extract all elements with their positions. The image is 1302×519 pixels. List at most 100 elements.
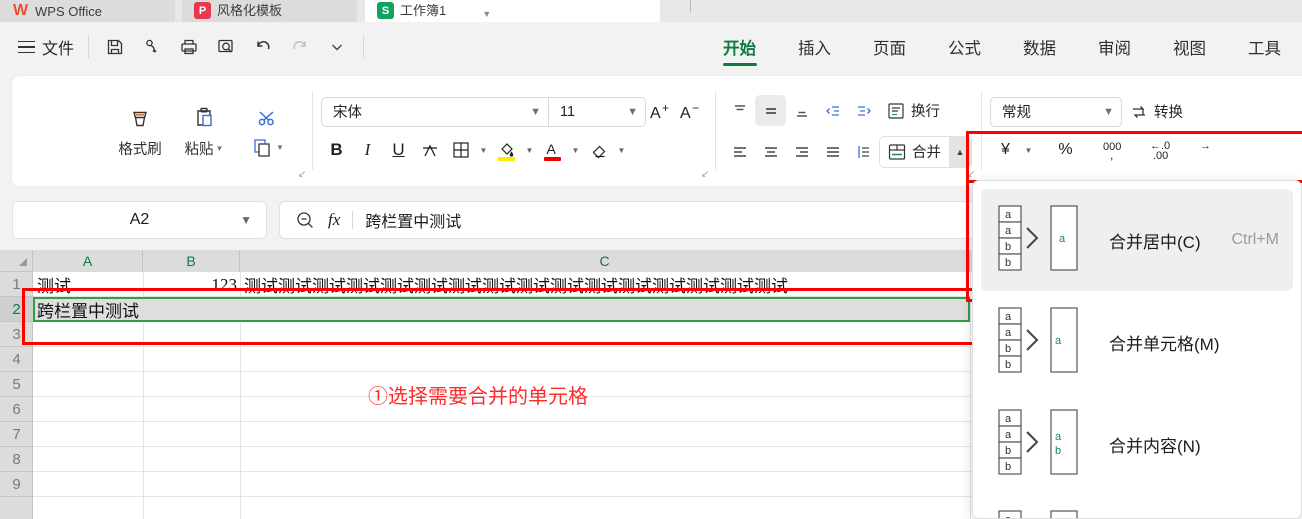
- fill-color-icon[interactable]: [491, 135, 522, 166]
- font-color-button[interactable]: A ▼: [537, 135, 583, 166]
- window-tab-pdf[interactable]: P 风格化模板: [182, 0, 357, 22]
- underline-button[interactable]: U: [383, 135, 414, 166]
- cell-b1[interactable]: 123: [143, 272, 240, 297]
- thousands-separator-button[interactable]: 000,: [1097, 135, 1131, 166]
- decrease-decimal-button[interactable]: ←.0.00: [1145, 135, 1181, 166]
- paste-button[interactable]: 粘贴 ▼: [172, 89, 236, 173]
- merge-button[interactable]: 合并 ▲: [879, 135, 972, 168]
- print-icon[interactable]: [173, 32, 205, 62]
- row-header-1[interactable]: 1: [0, 272, 33, 297]
- ribbon-tab-formula[interactable]: 公式: [927, 22, 1002, 72]
- merge-dropdown-chevron-up-icon[interactable]: ▲: [949, 136, 971, 167]
- row-header-7[interactable]: 7: [0, 422, 33, 447]
- redo-icon[interactable]: [284, 32, 316, 62]
- column-header-c[interactable]: C: [240, 250, 970, 272]
- window-tab-wps-office[interactable]: W WPS Office: [0, 0, 175, 22]
- row-header-5[interactable]: 5: [0, 372, 33, 397]
- align-middle-button[interactable]: [755, 95, 786, 126]
- currency-icon[interactable]: ¥: [990, 135, 1021, 166]
- align-left-button[interactable]: [724, 136, 755, 167]
- text-orientation-button[interactable]: [848, 136, 879, 167]
- clear-format-button[interactable]: ▼: [583, 135, 629, 166]
- cell-a2[interactable]: 跨栏置中测试: [33, 297, 143, 322]
- menu-item-partial[interactable]: a: [981, 495, 1293, 518]
- percent-button[interactable]: %: [1050, 135, 1081, 166]
- ribbon-tab-review[interactable]: 审阅: [1077, 22, 1152, 72]
- chevron-down-icon[interactable]: ▼: [530, 106, 541, 118]
- chevron-down-icon[interactable]: ▼: [216, 144, 224, 153]
- chevron-down-icon[interactable]: ▼: [627, 106, 638, 118]
- fx-icon[interactable]: fx: [328, 210, 340, 230]
- convert-button[interactable]: 转换: [1128, 101, 1183, 123]
- chevron-down-icon[interactable]: ▼: [522, 146, 537, 155]
- ribbon-tab-view[interactable]: 视图: [1152, 22, 1227, 72]
- ribbon-tab-tools[interactable]: 工具: [1227, 22, 1302, 72]
- cloud-sync-icon[interactable]: [136, 32, 168, 62]
- cell-a1[interactable]: 测试: [33, 272, 143, 297]
- increase-indent-button[interactable]: [848, 95, 879, 126]
- increase-decimal-button[interactable]: →: [1191, 135, 1222, 166]
- font-color-icon[interactable]: A: [537, 135, 568, 166]
- clipboard-expander-icon[interactable]: ↘: [298, 169, 306, 180]
- copy-button[interactable]: ▼: [236, 89, 300, 173]
- format-painter-button[interactable]: 格式刷: [108, 89, 172, 173]
- border-grid-icon[interactable]: [445, 135, 476, 166]
- chevron-down-icon[interactable]: ▼: [568, 146, 583, 155]
- strikethrough-button[interactable]: [414, 135, 445, 166]
- font-name-select[interactable]: 宋体 ▼: [321, 96, 549, 127]
- search-icon[interactable]: [294, 209, 316, 231]
- ribbon-tab-data[interactable]: 数据: [1002, 22, 1077, 72]
- row-header-6[interactable]: 6: [0, 397, 33, 422]
- chevron-down-icon[interactable]: ▼: [482, 9, 491, 19]
- chevron-down-icon[interactable]: ▼: [240, 213, 252, 227]
- wrap-text-button[interactable]: 换行: [879, 95, 946, 127]
- eraser-icon[interactable]: [583, 135, 614, 166]
- row-header-4[interactable]: 4: [0, 347, 33, 372]
- menu-hamburger-icon[interactable]: [18, 40, 35, 54]
- column-header-b[interactable]: B: [143, 250, 240, 272]
- name-box[interactable]: A2 ▼: [12, 201, 267, 239]
- align-center-button[interactable]: [755, 136, 786, 167]
- menu-item-merge-cells[interactable]: a a b b a 合并单元格(M): [981, 291, 1293, 393]
- align-top-button[interactable]: [724, 95, 755, 126]
- undo-icon[interactable]: [247, 32, 279, 62]
- window-tab-workbook1[interactable]: S 工作簿1 ▼: [365, 0, 660, 22]
- menu-item-merge-content[interactable]: a a b b a b 合并内容(N): [981, 393, 1293, 495]
- justify-button[interactable]: [817, 136, 848, 167]
- menu-item-merge-center[interactable]: a a b b a 合并居中(C) Ctrl+M: [981, 189, 1293, 291]
- align-bottom-button[interactable]: [786, 95, 817, 126]
- row-header-8[interactable]: 8: [0, 447, 33, 472]
- selected-range-a2-c2[interactable]: [33, 297, 970, 322]
- chevron-down-icon[interactable]: ▼: [476, 146, 491, 155]
- font-expander-icon[interactable]: ↘: [701, 169, 709, 180]
- decrease-indent-button[interactable]: [817, 95, 848, 126]
- decrease-font-size-button[interactable]: A −: [676, 97, 706, 127]
- borders-button[interactable]: ▼: [445, 135, 491, 166]
- align-right-button[interactable]: [786, 136, 817, 167]
- ribbon-tab-start[interactable]: 开始: [702, 22, 777, 72]
- file-menu-button[interactable]: 文件: [42, 35, 74, 59]
- select-all-corner[interactable]: [0, 250, 33, 272]
- row-header-3[interactable]: 3: [0, 322, 33, 347]
- number-format-select[interactable]: 常规 ▼: [990, 96, 1122, 127]
- chevron-down-icon[interactable]: ▼: [1021, 146, 1036, 155]
- increase-font-size-button[interactable]: A +: [646, 97, 676, 127]
- italic-button[interactable]: I: [352, 135, 383, 166]
- cell-c1[interactable]: 测试测试测试测试测试测试测试测试测试测试测试测试测试测试测试测试: [240, 272, 970, 297]
- chevron-down-icon[interactable]: ▼: [276, 143, 284, 152]
- fill-color-button[interactable]: ▼: [491, 135, 537, 166]
- font-size-select[interactable]: 11 ▼: [549, 96, 646, 127]
- chevron-down-icon[interactable]: ▼: [614, 146, 629, 155]
- row-header-9[interactable]: 9: [0, 472, 33, 497]
- row-header-2[interactable]: 2: [0, 297, 33, 322]
- column-header-a[interactable]: A: [33, 250, 143, 272]
- ribbon-tab-page[interactable]: 页面: [852, 22, 927, 72]
- save-icon[interactable]: [99, 32, 131, 62]
- currency-button[interactable]: ¥ ▼: [990, 135, 1036, 166]
- chevron-down-icon[interactable]: ▼: [1103, 106, 1114, 118]
- ribbon-tab-insert[interactable]: 插入: [777, 22, 852, 72]
- print-preview-icon[interactable]: [210, 32, 242, 62]
- bold-button[interactable]: B: [321, 135, 352, 166]
- more-chevron-icon[interactable]: [321, 32, 353, 62]
- alignment-expander-icon[interactable]: ↘: [967, 169, 975, 180]
